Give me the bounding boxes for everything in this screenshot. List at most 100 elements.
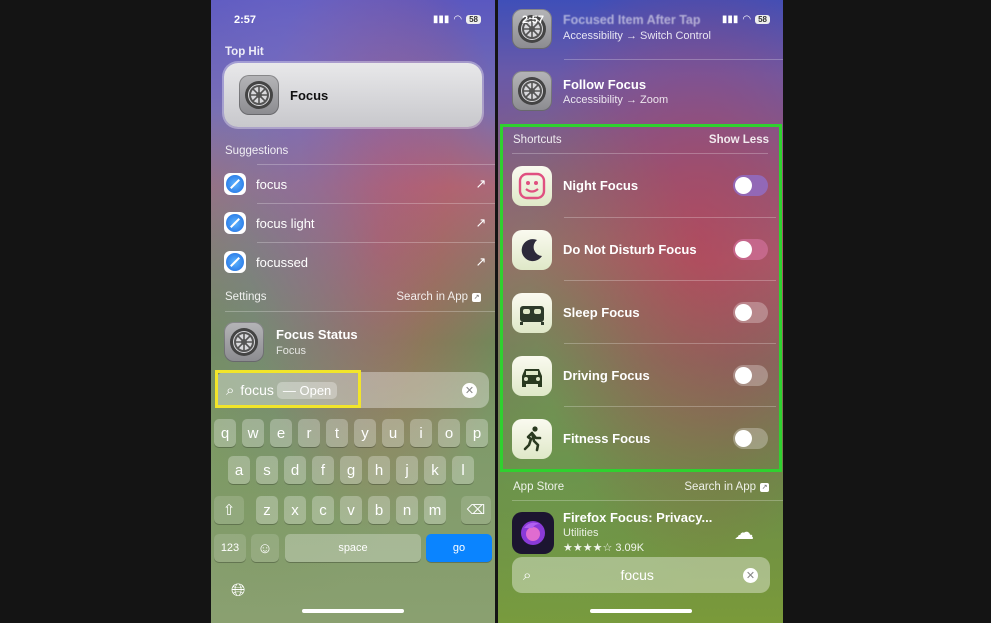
key-l[interactable]: l: [452, 456, 474, 484]
suggestion-row[interactable]: focus light ↗: [224, 204, 491, 242]
car-icon: [512, 355, 552, 396]
rating-count: 3.09K: [615, 542, 645, 554]
focus-status-result[interactable]: Focus Status Focus: [224, 321, 484, 365]
key-u[interactable]: u: [382, 419, 404, 447]
globe-icon[interactable]: 🌐︎: [231, 580, 245, 601]
key-g[interactable]: g: [340, 456, 362, 484]
result-subtitle: Accessibility → Switch Control: [563, 30, 711, 42]
home-indicator: [302, 609, 404, 613]
bed-icon: [512, 292, 552, 333]
battery-icon: 58: [466, 15, 481, 24]
suggestion-label: focus: [256, 176, 288, 192]
home-indicator: [590, 609, 692, 613]
open-in-app-icon: ↗: [760, 482, 769, 492]
arrow-up-right-icon: ↗: [475, 254, 487, 269]
search-in-app-label: Search in App: [396, 291, 468, 303]
clear-search-icon[interactable]: ✕: [462, 382, 477, 398]
app-title: Firefox Focus: Privacy...: [563, 510, 713, 525]
search-in-app-link[interactable]: Search in App ↗: [684, 481, 769, 493]
settings-gear-icon: [239, 75, 279, 115]
emoji-icon: ☺: [257, 539, 273, 557]
left-phone-screen: 2:57 ▮▮▮ ◠ 58 Top Hit Focus Suggestions …: [211, 0, 495, 623]
shortcut-label: Driving Focus: [563, 368, 650, 383]
shortcut-label: Sleep Focus: [563, 305, 640, 320]
divider: [225, 311, 495, 312]
key-j[interactable]: j: [396, 456, 418, 484]
emoji-key[interactable]: ☺: [251, 534, 279, 562]
safari-icon: [224, 251, 246, 273]
suggestion-row[interactable]: focus ↗: [224, 165, 491, 203]
toggle-switch[interactable]: [733, 239, 768, 260]
space-key[interactable]: space: [285, 534, 421, 562]
key-k[interactable]: k: [424, 456, 446, 484]
key-y[interactable]: y: [354, 419, 376, 447]
go-key[interactable]: go: [426, 534, 492, 562]
result-subtitle: Accessibility → Zoom: [563, 94, 669, 106]
show-less-link[interactable]: Show Less: [709, 134, 769, 146]
suggestion-row[interactable]: focussed ↗: [224, 243, 491, 281]
shift-key[interactable]: ⇧: [214, 496, 244, 524]
settings-gear-icon: [512, 71, 552, 111]
key-z[interactable]: z: [256, 496, 278, 524]
search-result-row[interactable]: Follow Focus Accessibility → Zoom: [512, 71, 772, 113]
arrow-up-right-icon: ↗: [475, 215, 487, 230]
app-category: Utilities: [563, 527, 599, 539]
status-icons: ▮▮▮ ◠ 58: [433, 14, 481, 25]
cloud-download-icon[interactable]: ☁︎: [734, 520, 754, 545]
safari-icon: [224, 212, 246, 234]
wifi-icon: ◠: [742, 14, 752, 25]
settings-gear-icon: [224, 322, 264, 362]
key-h[interactable]: h: [368, 456, 390, 484]
shortcut-row-dnd-focus[interactable]: Do Not Disturb Focus: [512, 218, 768, 281]
key-i[interactable]: i: [410, 419, 432, 447]
delete-key[interactable]: ⌫: [461, 496, 491, 524]
backspace-icon: ⌫: [466, 502, 486, 517]
shift-icon: ⇧: [222, 502, 236, 519]
key-p[interactable]: p: [466, 419, 488, 447]
search-in-app-label: Search in App: [684, 481, 756, 493]
key-q[interactable]: q: [214, 419, 236, 447]
key-f[interactable]: f: [312, 456, 334, 484]
running-figure-icon: [512, 418, 552, 459]
shortcut-label: Night Focus: [563, 178, 639, 193]
key-c[interactable]: c: [312, 496, 334, 524]
toggle-switch[interactable]: [733, 175, 768, 196]
search-in-app-link[interactable]: Search in App ↗: [396, 291, 481, 303]
shortcut-row-night-focus[interactable]: Night Focus: [512, 154, 768, 217]
key-t[interactable]: t: [326, 419, 348, 447]
rating-stars: ★★★★☆: [563, 542, 613, 554]
key-a[interactable]: a: [228, 456, 250, 484]
key-b[interactable]: b: [368, 496, 390, 524]
key-r[interactable]: r: [298, 419, 320, 447]
moon-icon: [512, 229, 552, 270]
key-m[interactable]: m: [424, 496, 446, 524]
toggle-switch[interactable]: [733, 365, 768, 386]
shortcut-row-sleep-focus[interactable]: Sleep Focus: [512, 281, 768, 344]
top-hit-title: Focus: [290, 88, 329, 103]
key-n[interactable]: n: [396, 496, 418, 524]
shortcut-row-fitness-focus[interactable]: Fitness Focus: [512, 407, 768, 470]
toggle-switch[interactable]: [733, 428, 768, 449]
key-o[interactable]: o: [438, 419, 460, 447]
clear-search-icon[interactable]: ✕: [743, 567, 758, 583]
key-v[interactable]: v: [340, 496, 362, 524]
search-icon: ⌕: [523, 566, 532, 584]
status-icons: ▮▮▮ ◠ 58: [722, 14, 770, 25]
key-x[interactable]: x: [284, 496, 306, 524]
shortcuts-label: Shortcuts: [513, 134, 562, 146]
key-s[interactable]: s: [256, 456, 278, 484]
shortcut-row-driving-focus[interactable]: Driving Focus: [512, 344, 768, 407]
battery-icon: 58: [755, 15, 770, 24]
top-hit-card[interactable]: Focus: [224, 63, 482, 127]
app-store-result[interactable]: Firefox Focus: Privacy... Utilities ★★★★…: [512, 510, 772, 554]
status-time: 2:57: [522, 14, 545, 26]
numbers-key[interactable]: 123: [214, 534, 246, 562]
key-d[interactable]: d: [284, 456, 306, 484]
shortcut-label: Fitness Focus: [563, 431, 651, 446]
safari-icon: [224, 173, 246, 195]
toggle-switch[interactable]: [733, 302, 768, 323]
key-e[interactable]: e: [270, 419, 292, 447]
key-w[interactable]: w: [242, 419, 264, 447]
search-field[interactable]: ⌕ focus ✕: [512, 557, 770, 593]
search-input[interactable]: focus: [620, 567, 653, 583]
